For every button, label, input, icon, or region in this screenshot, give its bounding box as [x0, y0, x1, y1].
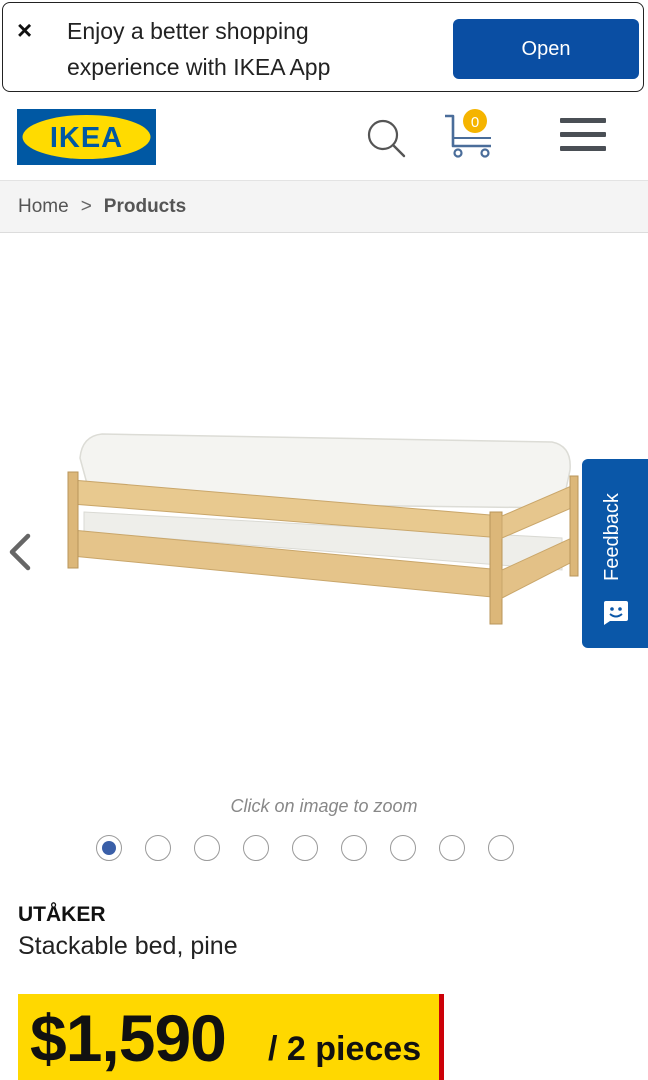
- gallery-pagination: [96, 835, 514, 865]
- product-name: UTÅKER: [18, 903, 106, 926]
- gallery-dot[interactable]: [292, 835, 318, 861]
- close-icon[interactable]: ×: [17, 15, 32, 45]
- open-app-button[interactable]: Open: [453, 19, 639, 79]
- gallery-dot[interactable]: [341, 835, 367, 861]
- app-banner-message: Enjoy a better shopping experience with …: [67, 13, 387, 85]
- gallery-dot[interactable]: [439, 835, 465, 861]
- gallery-dot[interactable]: [390, 835, 416, 861]
- feedback-label: Feedback: [601, 493, 623, 581]
- logo-text: IKEA: [50, 122, 123, 154]
- product-description: Stackable bed, pine: [18, 932, 238, 960]
- search-icon[interactable]: [366, 118, 406, 158]
- ikea-logo[interactable]: IKEA: [17, 109, 156, 165]
- gallery-dot[interactable]: [243, 835, 269, 861]
- gallery-dot[interactable]: [145, 835, 171, 861]
- app-banner-message-line2: experience with IKEA App: [67, 54, 331, 80]
- chat-smile-icon: [604, 601, 628, 625]
- cart-icon: 0: [445, 109, 491, 158]
- breadcrumb-home[interactable]: Home: [18, 196, 69, 218]
- menu-icon[interactable]: [560, 118, 606, 154]
- gallery-dot[interactable]: [96, 835, 122, 861]
- cart-button[interactable]: 0: [441, 108, 497, 160]
- gallery-dot[interactable]: [194, 835, 220, 861]
- cart-count: 0: [471, 114, 479, 131]
- app-banner: × Enjoy a better shopping experience wit…: [2, 2, 644, 92]
- app-banner-message-line1: Enjoy a better shopping: [67, 18, 309, 44]
- product-image[interactable]: [62, 420, 582, 630]
- gallery-dot[interactable]: [488, 835, 514, 861]
- feedback-tab[interactable]: Feedback: [582, 459, 648, 648]
- site-header: IKEA 0: [0, 94, 648, 180]
- breadcrumb-separator: >: [80, 195, 92, 217]
- breadcrumb-current[interactable]: Products: [104, 196, 186, 218]
- chevron-left-icon[interactable]: [6, 532, 34, 572]
- breadcrumb: Home > Products: [0, 180, 648, 233]
- price-tag: $1,590 / 2 pieces: [18, 994, 444, 1080]
- price-unit: / 2 pieces: [268, 1030, 422, 1068]
- product-price: $1,590: [30, 1001, 227, 1075]
- zoom-hint: Click on image to zoom: [230, 796, 418, 816]
